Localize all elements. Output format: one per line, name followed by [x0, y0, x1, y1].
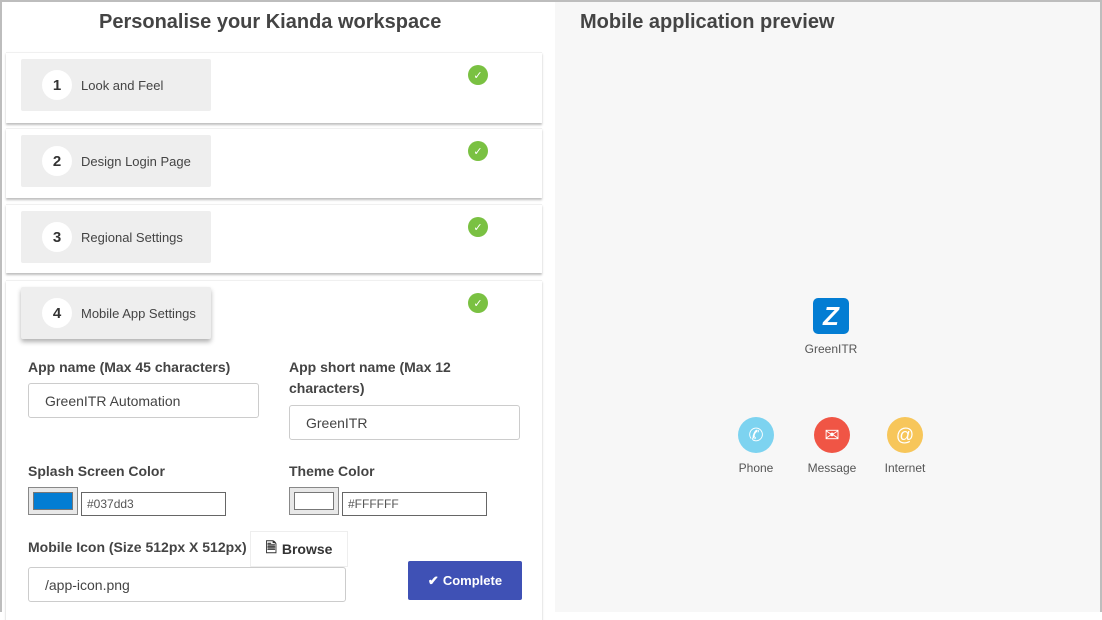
window-border [0, 0, 1102, 612]
